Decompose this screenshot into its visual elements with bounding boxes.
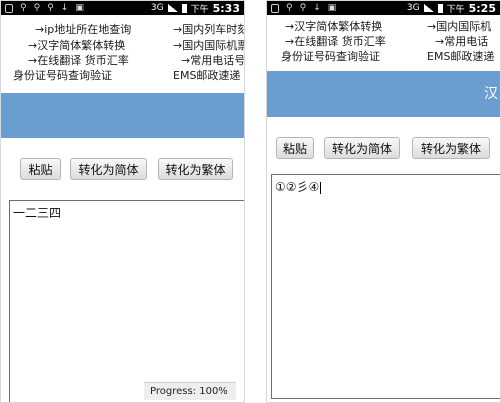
link-train-schedule[interactable]: →国内列车时刻	[173, 21, 244, 37]
to-traditional-button[interactable]: 转化为繁体	[158, 158, 233, 180]
phone-screen-left: ⚲ ⚲ ⚲ ↓ ▣ 3G 下午 5:33 →ip地址所在地查询 →国内列车时刻 …	[0, 0, 245, 403]
link-common-phone[interactable]: →常用电话	[435, 33, 488, 49]
status-ampm: 下午	[190, 4, 209, 15]
notification-icon: ▣	[327, 3, 337, 13]
link-translate-currency[interactable]: →在线翻译 货币汇率	[285, 33, 386, 49]
link-id-verify[interactable]: 身份证号码查询验证	[13, 67, 112, 83]
status-bar: ⚲ ⚲ ↓ ▣ 3G 下午 5:25	[267, 1, 500, 15]
to-traditional-button[interactable]: 转化为繁体	[412, 137, 490, 159]
link-flight-tickets[interactable]: →国内国际机票	[173, 37, 244, 53]
battery-icon	[437, 3, 443, 13]
paste-button[interactable]: 粘贴	[276, 137, 314, 159]
link-flight-tickets[interactable]: →国内国际机	[427, 18, 491, 34]
text-input-area[interactable]: ①②彡④	[271, 174, 500, 399]
phone-screen-right: ⚲ ⚲ ↓ ▣ 3G 下午 5:25 →汉字简体繁体转换 →国内国际机 →在线翻…	[266, 0, 501, 403]
network-type: 3G	[150, 3, 164, 13]
link-ems[interactable]: EMS邮政速递	[173, 67, 240, 83]
title-bar	[1, 93, 244, 138]
usb-debug-icon: ⚲	[286, 3, 293, 13]
download-icon: ↓	[313, 3, 321, 13]
paste-button[interactable]: 粘贴	[20, 158, 61, 180]
progress-indicator: Progress: 100%	[144, 382, 236, 400]
link-ip-lookup[interactable]: →ip地址所在地查询	[35, 21, 131, 37]
status-time: 5:33	[212, 1, 240, 15]
link-list: →ip地址所在地查询 →国内列车时刻 →汉字简体繁体转换 →国内国际机票 →在线…	[1, 15, 244, 91]
notification-icons: ⚲ ⚲ ↓ ▣	[271, 3, 407, 13]
link-translate-currency[interactable]: →在线翻译 货币汇率	[28, 52, 129, 68]
usb-icon	[5, 3, 13, 13]
usb-icon-2: ⚲	[33, 3, 41, 13]
usb-icon-3: ⚲	[47, 3, 54, 13]
text-input-value: 一二三四	[13, 206, 62, 220]
status-bar: ⚲ ⚲ ⚲ ↓ ▣ 3G 下午 5:33	[1, 1, 244, 15]
to-simplified-button[interactable]: 转化为简体	[70, 158, 147, 180]
notification-icons: ⚲ ⚲ ⚲ ↓ ▣	[5, 3, 151, 13]
link-ems[interactable]: EMS邮政速递	[427, 48, 494, 64]
link-id-verify[interactable]: 身份证号码查询验证	[281, 48, 380, 64]
text-cursor	[320, 181, 322, 194]
usb-debug-icon: ⚲	[20, 3, 27, 13]
link-chinese-convert[interactable]: →汉字简体繁体转换	[285, 18, 382, 34]
usb-icon-2: ⚲	[299, 3, 307, 13]
signal-bars-icon	[423, 4, 434, 12]
notification-icon: ▣	[75, 3, 84, 13]
page-title: 汉	[484, 86, 498, 102]
usb-icon	[271, 3, 279, 13]
text-input-area[interactable]: 一二三四	[9, 200, 244, 402]
to-simplified-button[interactable]: 转化为简体	[324, 137, 400, 159]
battery-icon	[181, 3, 187, 13]
status-time: 5:25	[468, 1, 496, 15]
link-chinese-convert[interactable]: →汉字简体繁体转换	[28, 37, 125, 53]
download-icon: ↓	[60, 3, 69, 13]
signal-bars-icon	[167, 4, 178, 12]
status-ampm: 下午	[446, 4, 465, 15]
title-bar: 汉	[267, 71, 500, 117]
network-type: 3G	[406, 3, 420, 13]
text-input-value: ①②彡④	[275, 180, 320, 194]
link-common-phone[interactable]: →常用电话号	[181, 52, 244, 68]
